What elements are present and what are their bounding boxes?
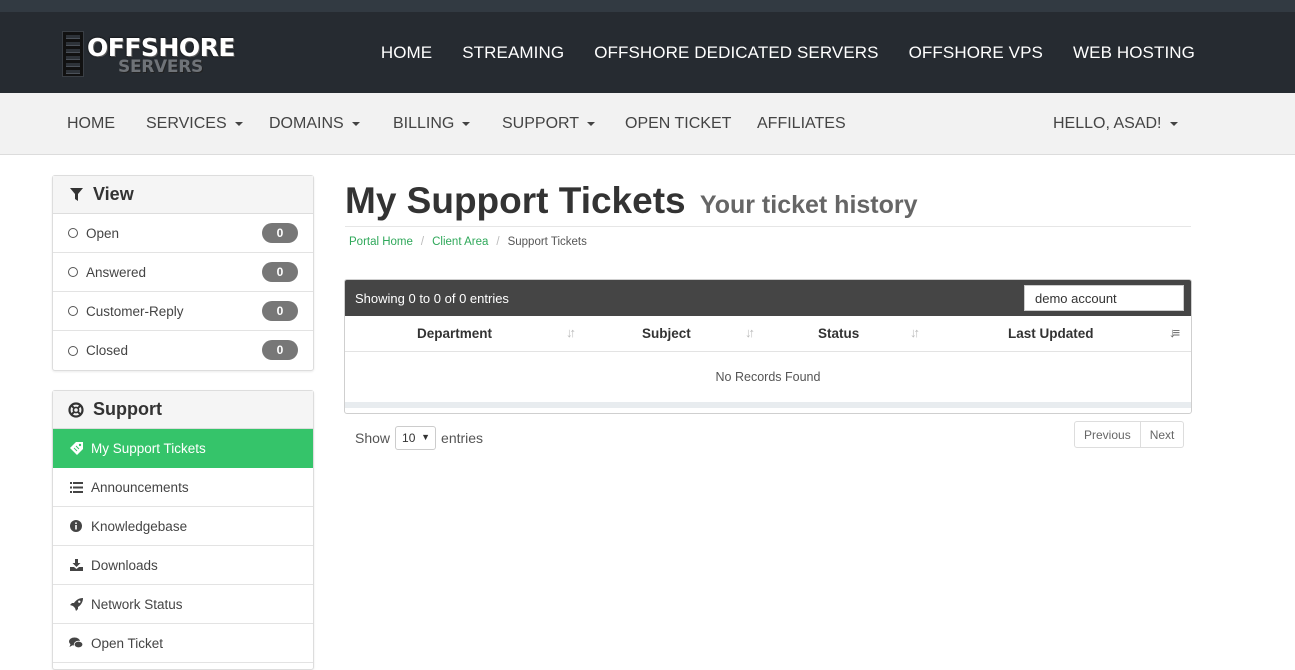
breadcrumb-portal-home[interactable]: Portal Home bbox=[349, 236, 413, 248]
sidebar-item-open-ticket[interactable]: Open Ticket bbox=[53, 624, 313, 663]
previous-page-button[interactable]: Previous bbox=[1074, 421, 1141, 448]
next-page-button[interactable]: Next bbox=[1140, 421, 1185, 448]
count-badge: 0 bbox=[262, 340, 298, 360]
tickets-table: Showing 0 to 0 of 0 entries Department ↓… bbox=[344, 279, 1192, 414]
nav-billing[interactable]: BILLING bbox=[393, 115, 471, 133]
list-icon bbox=[69, 480, 83, 494]
life-ring-icon bbox=[67, 401, 85, 418]
caret-down-icon bbox=[234, 121, 243, 126]
count-badge: 0 bbox=[262, 223, 298, 243]
top-utility-strip bbox=[0, 0, 1295, 12]
ticket-icon bbox=[69, 442, 83, 456]
support-panel-header: Support bbox=[53, 391, 313, 429]
sidebar-item-knowledgebase[interactable]: Knowledgebase bbox=[53, 507, 313, 546]
column-last-updated[interactable]: Last Updated bbox=[1008, 326, 1094, 341]
filter-closed[interactable]: Closed 0 bbox=[53, 331, 313, 370]
view-panel-header: View bbox=[53, 176, 313, 214]
page-title: My Support Tickets Your ticket history bbox=[345, 180, 918, 221]
logo[interactable]: OFFSHORE SERVERS bbox=[60, 29, 240, 79]
sidebar-item-my-support-tickets[interactable]: My Support Tickets bbox=[53, 429, 313, 468]
nav-home[interactable]: HOME bbox=[67, 115, 115, 133]
title-divider bbox=[345, 226, 1191, 227]
filter-answered[interactable]: Answered 0 bbox=[53, 253, 313, 292]
page-length-select[interactable]: 10 ▼ bbox=[395, 426, 437, 450]
filter-open[interactable]: Open 0 bbox=[53, 214, 313, 253]
radio-icon bbox=[68, 345, 78, 356]
radio-icon bbox=[68, 306, 78, 316]
filter-customer-reply[interactable]: Customer-Reply 0 bbox=[53, 292, 313, 331]
main-site-nav: HOME STREAMING OFFSHORE DEDICATED SERVER… bbox=[351, 12, 1195, 93]
radio-icon bbox=[68, 267, 78, 277]
column-department[interactable]: Department bbox=[417, 326, 492, 341]
rocket-icon bbox=[69, 597, 83, 611]
table-info: Showing 0 to 0 of 0 entries bbox=[355, 291, 509, 306]
topnav-dedicated-servers[interactable]: OFFSHORE DEDICATED SERVERS bbox=[594, 43, 878, 63]
sort-icon[interactable]: ↓↑ bbox=[566, 325, 576, 340]
support-panel: Support My Support Tickets Announcements… bbox=[52, 390, 314, 670]
dropdown-arrow-icon: ▼ bbox=[421, 432, 431, 442]
nav-affiliates[interactable]: AFFILIATES bbox=[757, 115, 846, 133]
download-icon bbox=[69, 558, 83, 572]
view-panel-title: View bbox=[93, 184, 134, 204]
breadcrumb-current: Support Tickets bbox=[507, 236, 587, 248]
pagination: Previous Next bbox=[1074, 421, 1185, 448]
sidebar-item-announcements[interactable]: Announcements bbox=[53, 468, 313, 507]
radio-icon bbox=[68, 228, 78, 238]
column-status[interactable]: Status bbox=[818, 326, 859, 341]
sidebar-item-network-status[interactable]: Network Status bbox=[53, 585, 313, 624]
nav-services[interactable]: SERVICES bbox=[146, 115, 243, 133]
view-filter-panel: View Open 0 Answered 0 Customer-Reply 0 Clo… bbox=[52, 175, 314, 371]
client-area-nav: HOME SERVICES DOMAINS BILLING SUPPORT OP… bbox=[0, 93, 1295, 155]
count-badge: 0 bbox=[262, 301, 298, 321]
caret-down-icon bbox=[462, 121, 471, 126]
filter-icon bbox=[67, 187, 85, 202]
nav-support[interactable]: SUPPORT bbox=[502, 115, 596, 133]
page-length-control: Show 10 ▼ entries bbox=[355, 426, 483, 450]
caret-down-icon bbox=[587, 121, 596, 126]
sort-icon[interactable]: ↓↑ bbox=[910, 325, 920, 340]
column-subject[interactable]: Subject bbox=[642, 326, 691, 341]
page-subtitle: Your ticket history bbox=[699, 191, 918, 219]
empty-table-message: No Records Found bbox=[345, 352, 1191, 408]
logo-text-servers: SERVERS bbox=[118, 57, 203, 77]
site-header: OFFSHORE SERVERS HOME STREAMING OFFSHORE… bbox=[0, 12, 1295, 93]
table-search-input[interactable] bbox=[1024, 285, 1184, 311]
nav-domains[interactable]: DOMAINS bbox=[269, 115, 360, 133]
nav-open-ticket[interactable]: OPEN TICKET bbox=[625, 115, 731, 133]
topnav-streaming[interactable]: STREAMING bbox=[462, 43, 564, 63]
caret-down-icon bbox=[351, 121, 360, 126]
user-menu[interactable]: HELLO, ASAD! bbox=[1053, 115, 1178, 133]
sort-desc-icon[interactable]: ↓≡ bbox=[1169, 325, 1180, 340]
sort-icon[interactable]: ↓↑ bbox=[745, 325, 755, 340]
breadcrumb: Portal Home / Client Area / Support Tickets bbox=[349, 236, 587, 248]
breadcrumb-client-area[interactable]: Client Area bbox=[432, 236, 488, 248]
server-rack-icon bbox=[62, 31, 84, 77]
topnav-home[interactable]: HOME bbox=[381, 43, 432, 63]
info-circle-icon bbox=[69, 519, 83, 533]
support-panel-title: Support bbox=[93, 399, 162, 419]
comments-icon bbox=[69, 636, 83, 650]
sidebar-item-downloads[interactable]: Downloads bbox=[53, 546, 313, 585]
topnav-vps[interactable]: OFFSHORE VPS bbox=[909, 43, 1043, 63]
table-toolbar: Showing 0 to 0 of 0 entries bbox=[345, 280, 1191, 316]
caret-down-icon bbox=[1169, 121, 1178, 126]
topnav-web-hosting[interactable]: WEB HOSTING bbox=[1073, 43, 1195, 63]
count-badge: 0 bbox=[262, 262, 298, 282]
table-header: Department ↓↑ Subject ↓↑ Status ↓↑ Last … bbox=[345, 316, 1191, 352]
